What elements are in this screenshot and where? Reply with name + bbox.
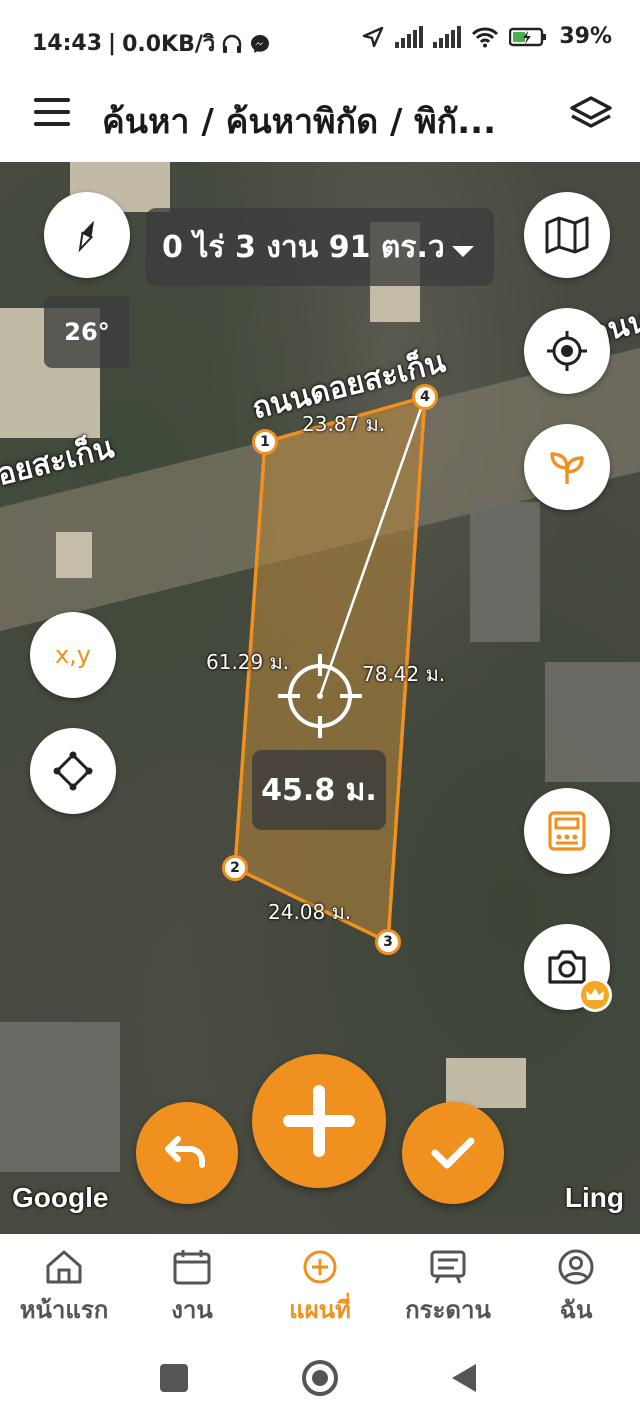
app-header: ค้นหา / ค้นหาพิกัด / พิกั...	[0, 80, 640, 162]
coordinate-label: x,y	[54, 641, 92, 669]
status-right: 39%	[361, 24, 612, 49]
nav-item-board[interactable]: กระดาน	[384, 1234, 512, 1334]
layers-icon	[570, 96, 612, 128]
gps-icon	[547, 331, 587, 371]
home-system-button[interactable]	[302, 1360, 338, 1396]
polygon-icon	[53, 751, 93, 791]
board-icon	[430, 1250, 466, 1284]
segment-length-bottom: 24.08 ม.	[268, 900, 352, 924]
plus-icon	[283, 1085, 355, 1157]
google-attribution: Google	[12, 1182, 109, 1213]
compass-button[interactable]	[44, 192, 130, 278]
system-nav-bar	[0, 1334, 640, 1421]
battery-icon	[509, 27, 547, 46]
recents-button[interactable]	[160, 1364, 188, 1392]
signal-icon-2	[433, 25, 462, 48]
rotation-angle: 26°	[44, 296, 130, 368]
back-button[interactable]	[450, 1362, 478, 1394]
segment-length-top: 23.87 ม.	[302, 412, 386, 436]
vertex-marker[interactable]: 3	[375, 929, 401, 955]
my-location-button[interactable]	[524, 308, 610, 394]
nav-label: ฉัน	[559, 1296, 593, 1324]
compass-icon	[78, 220, 95, 253]
plant-button[interactable]	[524, 424, 610, 510]
page-title: ค้นหา / ค้นหาพิกัด / พิกั...	[102, 102, 496, 142]
nav-item-profile[interactable]: ฉัน	[512, 1234, 640, 1334]
vertex-marker[interactable]: 4	[412, 384, 438, 410]
layers-button[interactable]	[568, 94, 614, 134]
map-type-button[interactable]	[524, 192, 610, 278]
chevron-down-icon	[452, 246, 474, 257]
polygon-tool-button[interactable]	[30, 728, 116, 814]
undo-button[interactable]	[136, 1102, 238, 1204]
area-dropdown[interactable]: 0 ไร่ 3 งาน 91 ตร.ว	[146, 208, 494, 286]
wifi-icon	[472, 27, 499, 47]
area-text: 0 ไร่ 3 งาน 91 ตร.ว	[162, 229, 445, 265]
segment-length-left: 61.29 ม.	[206, 650, 290, 674]
camera-icon	[548, 950, 586, 984]
bottom-nav: หน้าแรก งาน แผนที่ กระดาน ฉัน	[0, 1234, 640, 1334]
menu-button[interactable]	[34, 98, 70, 128]
menu-icon	[34, 98, 70, 102]
nav-item-home[interactable]: หน้าแรก	[0, 1234, 128, 1334]
home-icon	[46, 1250, 82, 1284]
battery-level: 39%	[559, 24, 612, 49]
vertex-marker[interactable]: 2	[222, 855, 248, 881]
calculator-button[interactable]	[524, 788, 610, 874]
check-icon	[431, 1137, 475, 1169]
calendar-icon	[173, 1250, 211, 1285]
undo-icon	[165, 1136, 205, 1168]
nav-label: แผนที่	[289, 1296, 351, 1324]
nav-item-tasks[interactable]: งาน	[128, 1234, 256, 1334]
vertex-marker[interactable]: 1	[252, 429, 278, 455]
calculator-icon	[548, 811, 586, 851]
segment-length-right: 78.42 ม.	[362, 662, 446, 686]
profile-icon	[558, 1249, 594, 1285]
nav-label: งาน	[171, 1296, 213, 1324]
status-time: 14:43	[32, 31, 103, 56]
camera-button[interactable]	[524, 924, 612, 1012]
confirm-button[interactable]	[402, 1102, 504, 1204]
location-arrow-icon	[363, 26, 384, 47]
nav-label: กระดาน	[405, 1296, 491, 1324]
nav-item-map[interactable]: แผนที่	[256, 1234, 384, 1334]
map-icon	[545, 216, 589, 254]
nav-label: หน้าแรก	[19, 1296, 109, 1324]
headphones-icon	[223, 34, 242, 53]
network-speed: 0.0KB/วิ	[122, 32, 216, 57]
add-point-button[interactable]	[252, 1054, 386, 1188]
messenger-icon	[251, 34, 270, 53]
premium-crown-icon	[578, 978, 612, 1012]
ling-attribution: Ling	[564, 1182, 624, 1213]
center-distance: 45.8 ม.	[252, 750, 386, 830]
add-circle-icon	[303, 1250, 337, 1284]
sprout-icon	[550, 452, 584, 484]
coordinate-button[interactable]: x,y	[30, 612, 116, 698]
status-bar: 14:43 | 0.0KB/วิ 39%	[0, 0, 640, 80]
map-view[interactable]: อยสะเก็น ถนนดอยสะเก็น ถนน 1 2 3 4 23.87 …	[0, 162, 640, 1234]
signal-icon	[395, 25, 424, 48]
status-left: 14:43 | 0.0KB/วิ	[32, 26, 271, 61]
